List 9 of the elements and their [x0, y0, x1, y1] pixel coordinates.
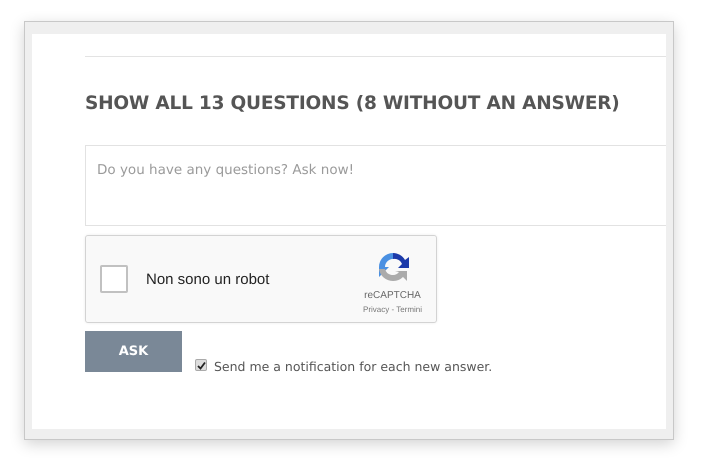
notify-label: Send me a notification for each new answer.: [214, 359, 492, 374]
captcha-label: Non sono un robot: [146, 270, 270, 288]
recaptcha-label: reCAPTCHA: [364, 290, 421, 301]
question-field[interactable]: Do you have any questions? Ask now!: [85, 145, 666, 226]
notify-checkbox[interactable]: [195, 359, 207, 371]
ask-button[interactable]: ASK: [85, 331, 182, 372]
privacy-terms-link[interactable]: Privacy - Termini: [363, 305, 422, 314]
captcha-checkbox[interactable]: [100, 265, 128, 293]
section-heading[interactable]: SHOW ALL 13 QUESTIONS (8 WITHOUT AN ANSWER): [85, 93, 666, 115]
